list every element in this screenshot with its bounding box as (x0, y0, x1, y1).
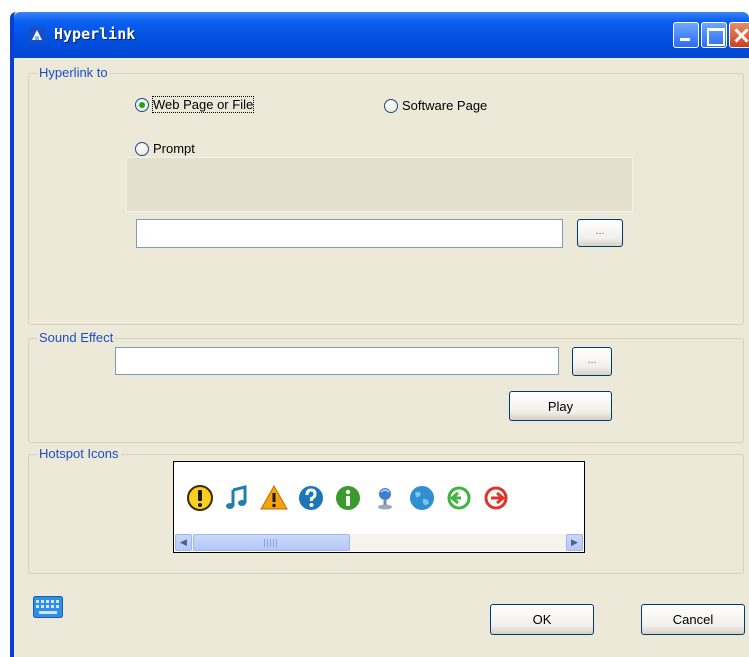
sound-effect-label: Sound Effect (37, 330, 116, 345)
question-icon[interactable] (297, 484, 325, 512)
exclamation-icon[interactable] (186, 484, 214, 512)
green-arrow-icon[interactable] (445, 484, 473, 512)
scrollbar-thumb[interactable] (193, 534, 350, 551)
warning-icon[interactable] (260, 484, 288, 512)
app-icon (29, 27, 45, 43)
radio-software-page[interactable]: Software Page (384, 98, 487, 113)
globe-icon[interactable] (408, 484, 436, 512)
radio-web-page-or-file[interactable]: Web Page or File (135, 96, 255, 113)
radio-label-software-page: Software Page (402, 98, 488, 113)
hotspot-icons-label: Hotspot Icons (37, 446, 121, 461)
scroll-left-arrow-icon[interactable]: ◀ (175, 534, 192, 551)
maximize-button[interactable] (701, 22, 727, 48)
keyboard-icon[interactable] (33, 596, 63, 618)
scrollbar-grip (264, 539, 278, 547)
radio-button[interactable] (135, 141, 149, 156)
hotspot-icon-row (186, 484, 510, 512)
window-title: Hyperlink (54, 25, 136, 43)
sound-path-input[interactable] (115, 347, 559, 375)
horizontal-scrollbar[interactable]: ◀ ▶ (175, 534, 583, 551)
info-icon[interactable] (334, 484, 362, 512)
sound-browse-button[interactable]: ... (572, 347, 612, 376)
red-arrow-icon[interactable] (482, 484, 510, 512)
radio-label-prompt: Prompt (153, 141, 195, 156)
radio-label-web-page: Web Page or File (151, 96, 255, 113)
scroll-right-arrow-icon[interactable]: ▶ (566, 534, 583, 551)
hotspot-icon-list[interactable]: ◀ ▶ (173, 461, 585, 553)
minimize-button[interactable] (673, 22, 699, 48)
ok-button[interactable]: OK (490, 604, 594, 635)
hyperlink-path-panel (126, 157, 633, 212)
microphone-icon[interactable] (371, 484, 399, 512)
hyperlink-path-input[interactable] (136, 219, 563, 248)
radio-button[interactable] (384, 98, 398, 113)
close-button[interactable] (729, 22, 749, 48)
radio-button-checked[interactable] (135, 97, 149, 112)
cancel-button[interactable]: Cancel (641, 604, 745, 635)
hyperlink-browse-button[interactable]: ... (577, 219, 623, 247)
title-bar[interactable]: Hyperlink (14, 12, 749, 58)
radio-prompt[interactable]: Prompt (135, 141, 195, 156)
hyperlink-dialog: Hyperlink Hyperlink to Web Page or File … (10, 12, 749, 657)
hyperlink-to-label: Hyperlink to (37, 65, 110, 80)
play-button[interactable]: Play (509, 391, 612, 421)
music-note-icon[interactable] (223, 484, 251, 512)
